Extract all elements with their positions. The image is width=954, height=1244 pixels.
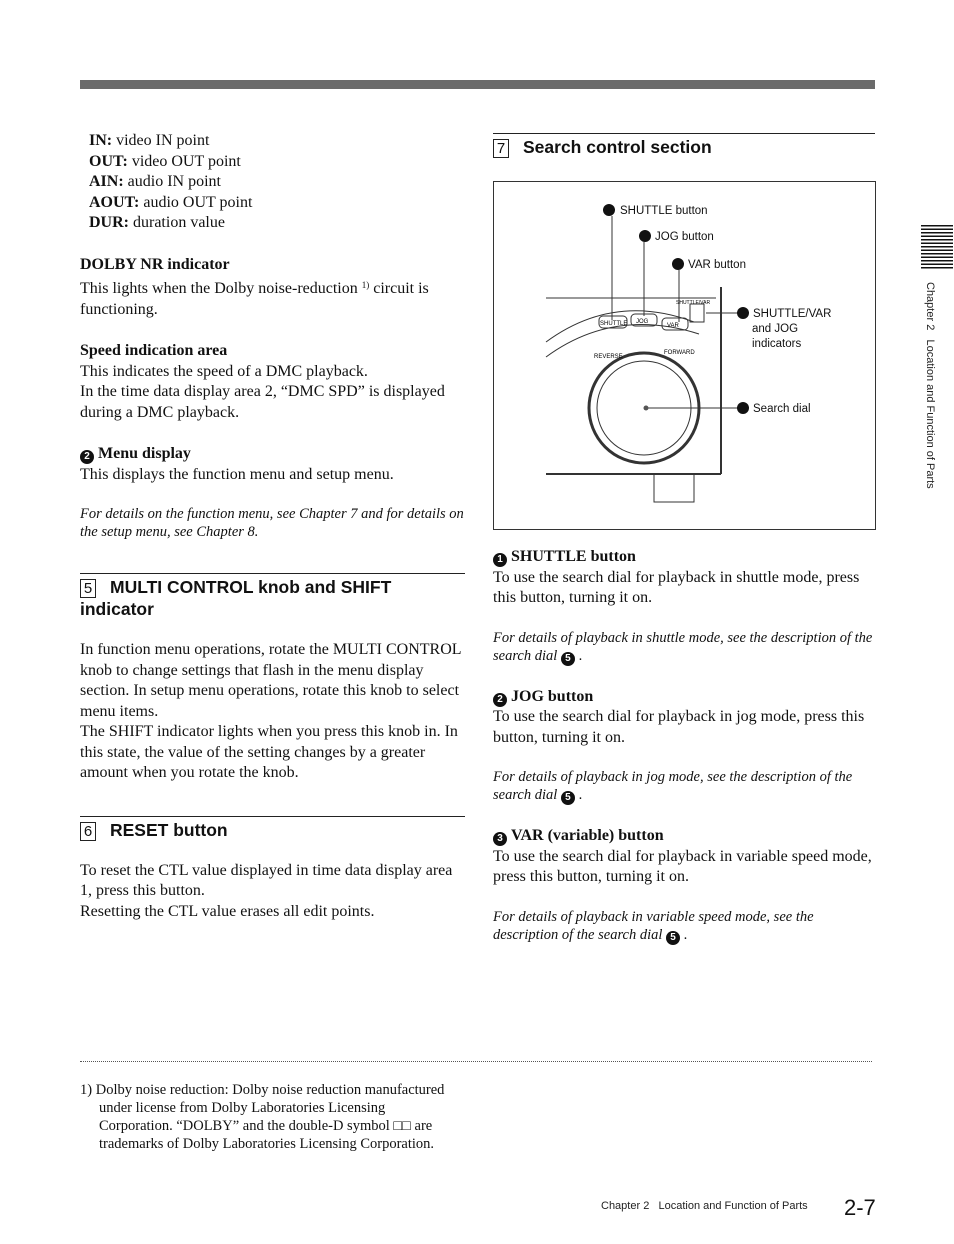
callout-search-dial: Search dial bbox=[753, 403, 811, 415]
page-number: 2-7 bbox=[844, 1195, 876, 1220]
item-3-text: To use the search dial for playback in v… bbox=[493, 847, 872, 886]
term-list: IN: video IN point OUT: video OUT point … bbox=[80, 131, 465, 234]
section-5-p1: In function menu operations, rotate the … bbox=[80, 641, 461, 720]
menu-text: This displays the function menu and setu… bbox=[80, 465, 394, 483]
section-number-box: 7 bbox=[493, 139, 509, 158]
item-1-title: 1 SHUTTLE button bbox=[493, 547, 875, 568]
callout-var: VAR button bbox=[688, 259, 746, 271]
left-column: IN: video IN point OUT: video OUT point … bbox=[80, 131, 465, 922]
number-3-icon bbox=[672, 258, 684, 270]
item-descriptions: 1 SHUTTLE button To use the search dial f… bbox=[493, 547, 875, 945]
number-3-icon: 3 bbox=[493, 832, 507, 847]
callout-indicators-1: SHUTTLE/VAR bbox=[753, 308, 831, 320]
number-1-icon bbox=[603, 204, 615, 216]
chapter-tab-marker bbox=[921, 225, 953, 269]
panel-illustration: SHUTTLE JOG VAR SHUTTLE/VAR REVERSE FORW… bbox=[545, 204, 831, 503]
dolby-text: This lights when the Dolby noise-reducti… bbox=[80, 280, 429, 318]
dial-center-dot bbox=[643, 405, 649, 411]
number-4-icon bbox=[737, 307, 749, 319]
term-out: OUT: video OUT point bbox=[89, 152, 241, 170]
item-2-note: For details of playback in jog mode, see… bbox=[493, 769, 853, 805]
footer-chapter: Chapter 2 Location and Function of Parts bbox=[601, 1200, 808, 1212]
item-1-note: For details of playback in shuttle mode,… bbox=[493, 629, 873, 666]
header-bar bbox=[80, 80, 875, 89]
section-number-box: 5 bbox=[80, 579, 96, 598]
section-6-p2: Resetting the CTL value erases all edit … bbox=[80, 902, 375, 920]
number-2-icon bbox=[639, 230, 651, 242]
item-3-title: 3 VAR (variable) button bbox=[493, 826, 875, 847]
manual-page: IN: video IN point OUT: video OUT point … bbox=[0, 0, 954, 1244]
number-5-icon bbox=[737, 402, 749, 414]
term-ain: AIN: audio IN point bbox=[89, 173, 221, 190]
number-5-icon: 5 bbox=[560, 651, 575, 666]
number-5-icon: 5 bbox=[560, 791, 575, 805]
forward-label: FORWARD bbox=[664, 350, 695, 356]
item-1-text: To use the search dial for playback in s… bbox=[493, 568, 860, 607]
speed-text: This indicates the speed of a DMC playba… bbox=[80, 362, 368, 380]
section-number-box: 6 bbox=[80, 821, 96, 841]
var-panel-label: VAR bbox=[667, 323, 680, 329]
number-5-icon: 5 bbox=[666, 930, 681, 945]
callout-indicators-2: and JOG bbox=[752, 323, 798, 335]
term-aout: AOUT: audio OUT point bbox=[89, 193, 253, 211]
number-2-icon: 2 bbox=[493, 692, 507, 707]
dolby-title: DOLBY NR indicator bbox=[80, 255, 230, 273]
section-5-heading: 5 MULTI CONTROL knob and SHIFT indicator bbox=[80, 573, 465, 620]
menu-title: 2 Menu display bbox=[80, 444, 465, 465]
item-3-note: For details of playback in variable spee… bbox=[493, 908, 814, 945]
item-2-title: 2 JOG button bbox=[493, 687, 875, 708]
speed-title: Speed indication area bbox=[80, 342, 228, 359]
reverse-label: REVERSE bbox=[594, 354, 623, 360]
shuttle-panel-label: SHUTTLE bbox=[600, 321, 627, 327]
callout-jog: JOG button bbox=[655, 231, 714, 243]
number-2-icon: 2 bbox=[80, 450, 94, 465]
section-6-heading: 6 RESET button bbox=[80, 815, 465, 841]
search-control-figure: SHUTTLE JOG VAR SHUTTLE/VAR REVERSE FORW… bbox=[493, 181, 876, 530]
right-column: 7 Search control section bbox=[493, 133, 875, 158]
footnote-divider bbox=[80, 1061, 872, 1062]
jog-panel-label: JOG bbox=[636, 319, 649, 325]
indicator-panel-label: SHUTTLE/VAR bbox=[676, 300, 710, 306]
callout-shuttle: SHUTTLE button bbox=[620, 205, 708, 217]
item-2-text: To use the search dial for playback in j… bbox=[493, 708, 865, 746]
section-6-p1: To reset the CTL value displayed in time… bbox=[80, 861, 453, 900]
side-chapter-label: Chapter 2 Location and Function of Parts bbox=[924, 282, 936, 489]
section-7-heading: 7 Search control section bbox=[493, 133, 875, 158]
menu-note: For details on the function menu, see Ch… bbox=[80, 506, 464, 540]
speed-text-2: In the time data display area 2, “DMC SP… bbox=[80, 383, 445, 421]
footnote: 1) Dolby noise reduction: Dolby noise re… bbox=[80, 1082, 445, 1152]
dial-knob-base bbox=[653, 473, 695, 503]
number-1-icon: 1 bbox=[493, 553, 507, 568]
callout-indicators-3: indicators bbox=[752, 338, 801, 350]
term-dur: DUR: duration value bbox=[89, 214, 225, 231]
section-5-p2: The SHIFT indicator lights when you pres… bbox=[80, 723, 458, 781]
indicator-shape bbox=[689, 303, 705, 323]
term-in: IN: video IN point bbox=[89, 132, 210, 149]
